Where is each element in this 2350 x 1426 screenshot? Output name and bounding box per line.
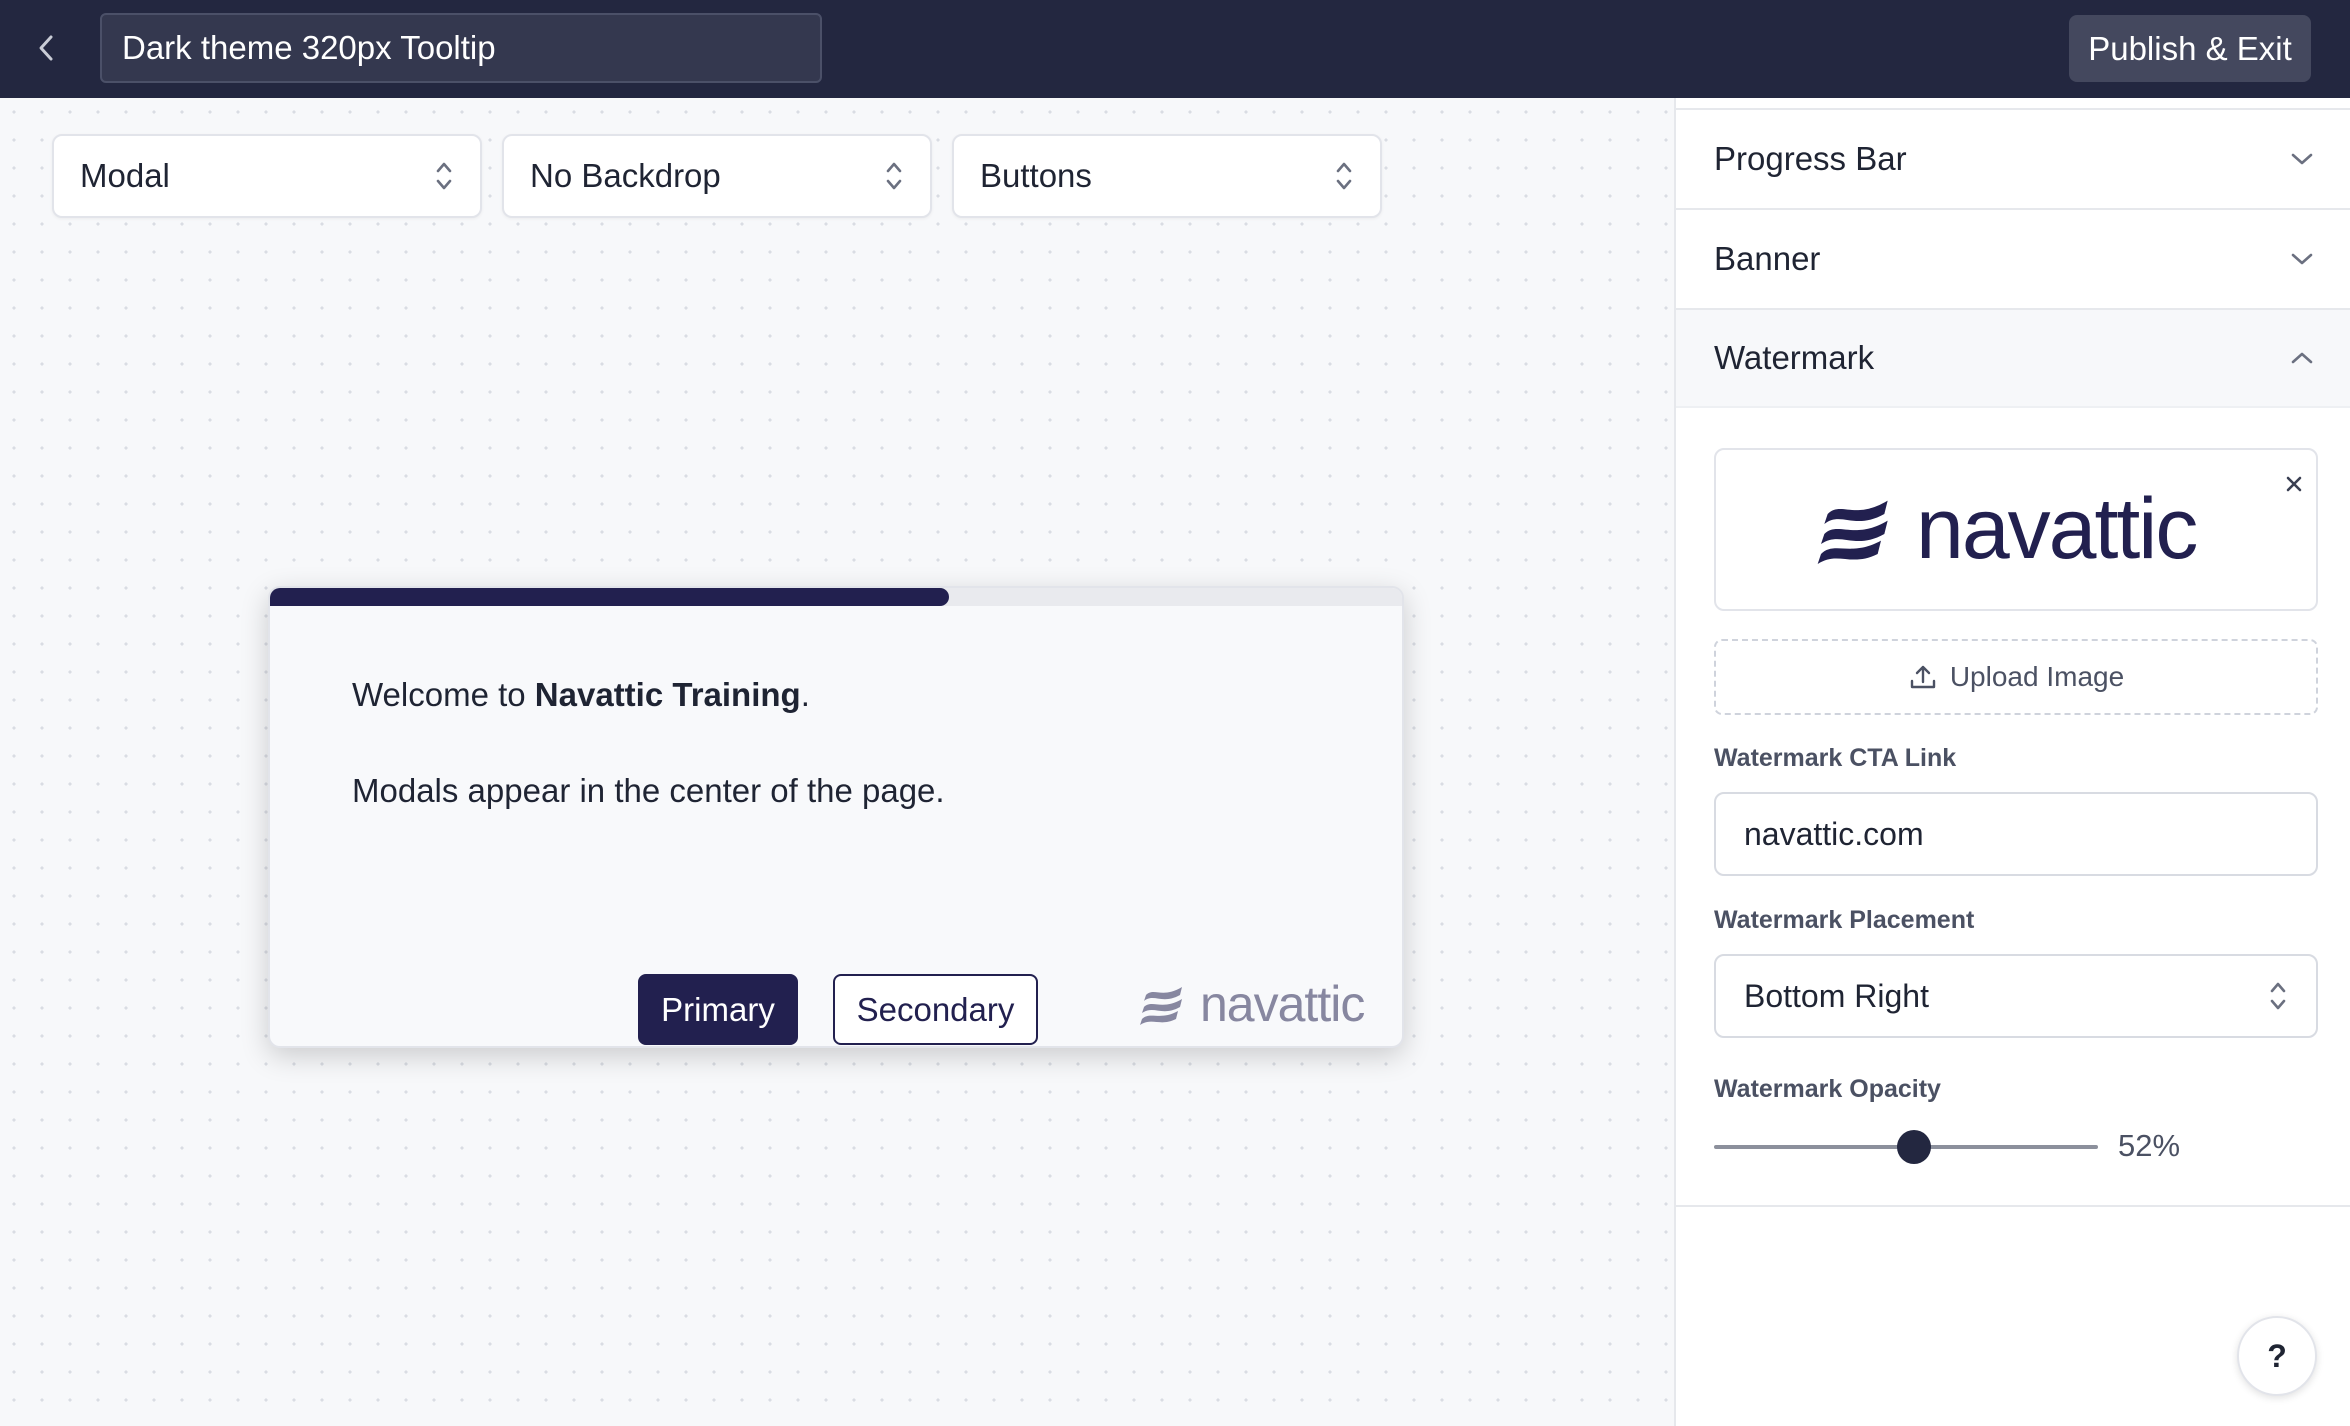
welcome-bold: Navattic Training xyxy=(534,676,801,713)
modal-progress-track xyxy=(270,588,1402,606)
select-updown-icon xyxy=(886,162,902,190)
opacity-slider-thumb[interactable] xyxy=(1896,1130,1931,1164)
close-icon[interactable] xyxy=(2280,470,2308,498)
section-watermark-label: Watermark xyxy=(1714,339,1875,376)
top-bar: Publish & Exit xyxy=(0,0,2350,98)
section-progress-bar-label: Progress Bar xyxy=(1714,140,1907,177)
upload-image-button[interactable]: Upload Image xyxy=(1714,639,2318,715)
navattic-logo-icon xyxy=(1817,500,1888,564)
section-banner[interactable]: Banner xyxy=(1676,208,2350,308)
chevron-up-icon xyxy=(2291,352,2313,364)
section-progress-bar[interactable]: Progress Bar xyxy=(1676,108,2350,208)
footer-type-select[interactable]: Buttons xyxy=(952,134,1382,218)
welcome-suffix: . xyxy=(800,676,810,713)
modal-watermark[interactable]: navattic xyxy=(1140,974,1365,1034)
section-banner-label: Banner xyxy=(1714,240,1821,277)
placement-select-value: Bottom Right xyxy=(1744,977,1929,1014)
upload-icon xyxy=(1910,665,1936,689)
publish-exit-button[interactable]: Publish & Exit xyxy=(2069,15,2311,82)
demo-title-input[interactable] xyxy=(100,13,822,83)
navattic-logo-icon xyxy=(1140,987,1182,1025)
placement-select[interactable]: Bottom Right xyxy=(1714,954,2318,1038)
select-updown-icon xyxy=(436,162,452,190)
modal-welcome-text: Welcome to Navattic Training. xyxy=(352,676,810,714)
chevron-down-icon xyxy=(2291,253,2313,265)
step-type-select[interactable]: Modal xyxy=(52,134,482,218)
chevron-down-icon xyxy=(2291,153,2313,165)
cta-link-label: Watermark CTA Link xyxy=(1714,744,1957,772)
opacity-label: Watermark Opacity xyxy=(1714,1075,1941,1103)
footer-type-select-value: Buttons xyxy=(980,157,1092,194)
backdrop-select[interactable]: No Backdrop xyxy=(502,134,932,218)
help-button[interactable]: ? xyxy=(2237,1316,2317,1396)
watermark-logo-text: navattic xyxy=(1916,481,2198,577)
modal-watermark-text: navattic xyxy=(1200,976,1365,1032)
preview-canvas: Modal No Backdrop Buttons Welcome to Nav… xyxy=(0,98,1674,1426)
modal-preview: Welcome to Navattic Training. Modals app… xyxy=(268,586,1404,1048)
backdrop-select-value: No Backdrop xyxy=(530,157,721,194)
modal-body-text: Modals appear in the center of the page. xyxy=(352,772,945,809)
panel-divider xyxy=(1676,1205,2350,1207)
opacity-value: 52% xyxy=(2118,1128,2181,1163)
step-type-select-value: Modal xyxy=(80,157,170,194)
select-updown-icon xyxy=(1336,162,1352,190)
back-chevron-icon xyxy=(39,35,53,61)
watermark-logo-preview: navattic xyxy=(1714,448,2318,611)
modal-progress-fill xyxy=(270,588,950,606)
section-watermark[interactable]: Watermark xyxy=(1676,308,2350,408)
select-updown-icon xyxy=(2270,982,2286,1010)
settings-panel: Progress Bar Banner Watermark navattic U… xyxy=(1674,98,2350,1426)
welcome-prefix: Welcome to xyxy=(352,676,535,713)
back-button[interactable] xyxy=(22,24,70,72)
placement-label: Watermark Placement xyxy=(1714,906,1975,934)
cta-link-input[interactable] xyxy=(1714,792,2318,876)
modal-primary-button[interactable]: Primary xyxy=(638,974,798,1045)
watermark-logo: navattic xyxy=(1816,481,2198,577)
upload-image-label: Upload Image xyxy=(1949,661,2125,692)
modal-secondary-button[interactable]: Secondary xyxy=(833,974,1038,1045)
